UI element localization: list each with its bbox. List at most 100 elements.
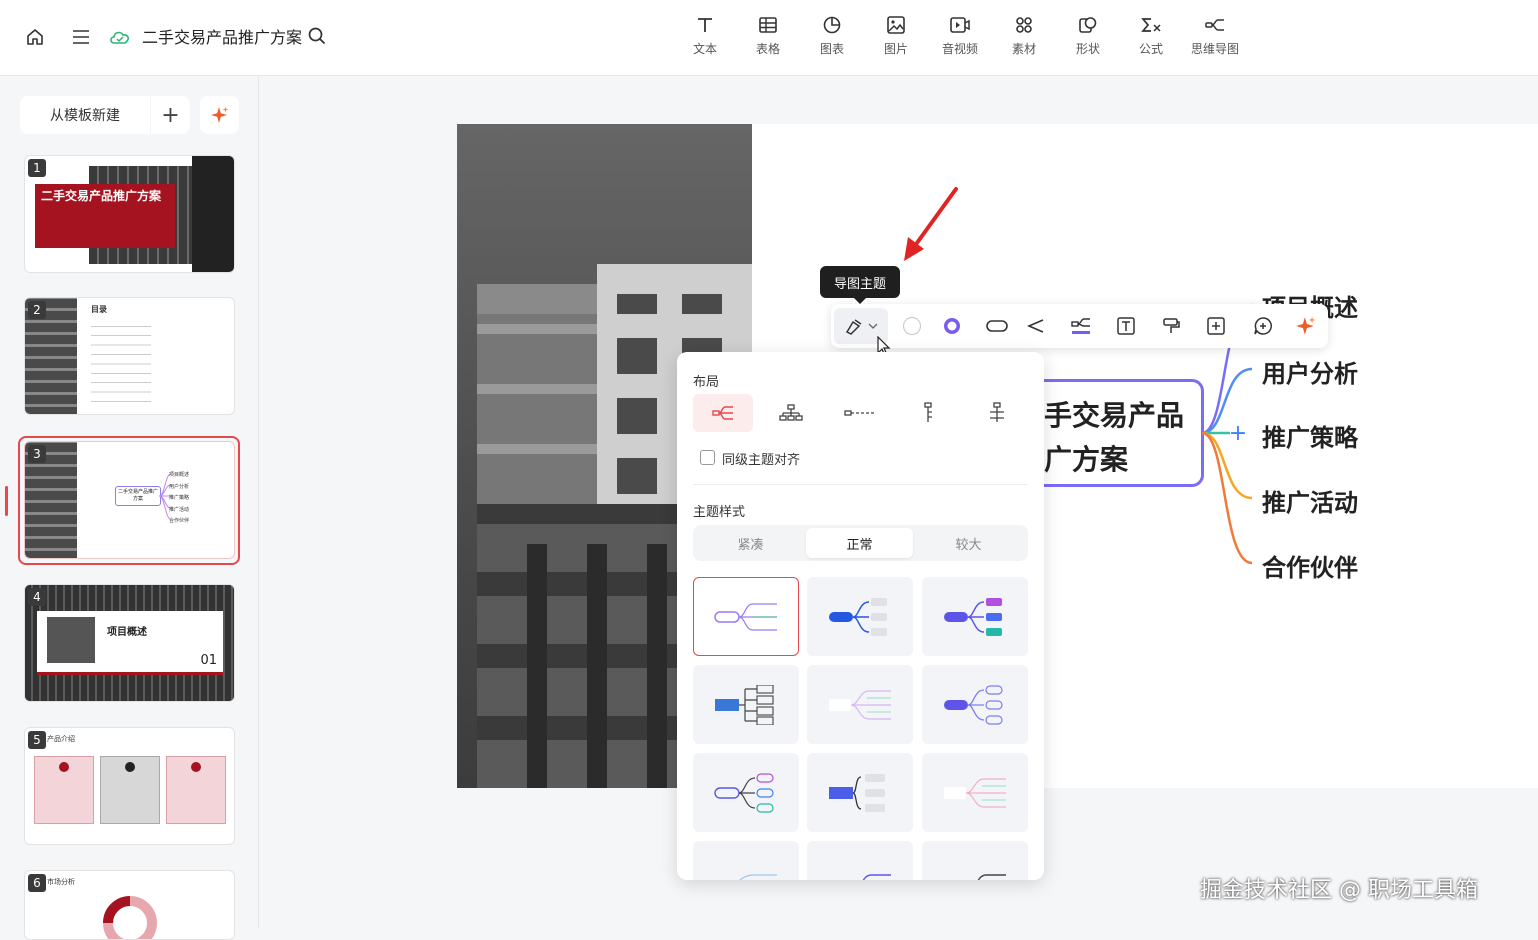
slide-number: 3 [28, 445, 46, 463]
slide-thumbnail-5[interactable]: 5 产品介绍 [24, 727, 235, 845]
layout-option-timeline[interactable] [830, 394, 890, 432]
card-3 [166, 756, 226, 824]
theme-style-title: 主题样式 [693, 505, 746, 520]
theme-card-10[interactable] [693, 841, 799, 880]
branch-line-icon [1026, 319, 1044, 333]
insert-formula-button[interactable]: 公式 [1121, 12, 1181, 57]
insert-table-button[interactable]: 表格 [738, 12, 798, 57]
home-icon[interactable] [22, 24, 48, 50]
insert-node-button[interactable] [1198, 304, 1234, 348]
insert-media-button[interactable]: 音视频 [930, 12, 990, 57]
tool-label: 文本 [692, 42, 717, 56]
format-painter-button[interactable] [1153, 304, 1189, 348]
title-block: 二手交易产品推广方案 [35, 184, 175, 248]
chevron-down-icon [868, 323, 878, 329]
mindmap-layout-icon [1071, 318, 1090, 334]
theme-preview-blue [829, 597, 887, 636]
slide-thumbnail-3[interactable]: 3 二手交易产品推广方案 项目概述 用户分析 推广策略 推广活动 合作伙伴 [24, 441, 235, 559]
node-shape-button[interactable] [979, 304, 1015, 348]
tooltip: 导图主题 [820, 266, 900, 304]
branch-topic-2[interactable]: 用户分析 [1262, 354, 1358, 389]
image-icon [866, 12, 926, 38]
slide-title: 产品介绍 [47, 735, 75, 743]
theme-card-5[interactable] [807, 665, 913, 744]
segment-large[interactable]: 较大 [915, 528, 1022, 558]
branch-topic-5[interactable]: 合作伙伴 [1262, 548, 1358, 583]
slide-thumbnail-6[interactable]: 6 市场分析 [24, 870, 235, 940]
slide-title: 市场分析 [47, 878, 75, 886]
mindmap-central-topic[interactable]: 手交易产品 广方案 [1044, 379, 1204, 487]
theme-card-9[interactable] [922, 753, 1028, 832]
mindmap-center: 二手交易产品推广方案 [115, 486, 161, 506]
insert-material-button[interactable]: 素材 [994, 12, 1054, 57]
layout-section-title: 布局 [693, 375, 720, 390]
layout-option-tree[interactable] [967, 394, 1027, 432]
slide-number: 1 [28, 159, 46, 177]
tool-label: 素材 [1011, 42, 1036, 56]
ai-sparkle-button[interactable] [200, 96, 239, 134]
density-segmented-control: 紧凑 正常 较大 [693, 525, 1028, 561]
menu-icon[interactable] [68, 24, 94, 50]
shape-icon [1058, 12, 1118, 38]
segment-compact[interactable]: 紧凑 [697, 528, 804, 558]
slide-title: 项目概述 [107, 627, 147, 638]
tool-label: 形状 [1075, 42, 1100, 56]
ai-assist-button[interactable] [1288, 304, 1324, 348]
slide-number: 4 [28, 588, 46, 606]
theme-card-11[interactable] [807, 841, 913, 880]
text-style-button[interactable] [1108, 304, 1144, 348]
insert-mindmap-button[interactable]: 思维导图 [1185, 12, 1245, 57]
theme-card-3[interactable] [922, 577, 1028, 656]
slide-number: 2 [28, 301, 46, 319]
new-from-template-button[interactable]: 从模板新建 [20, 96, 150, 134]
theme-card-4[interactable] [693, 665, 799, 744]
search-icon[interactable] [305, 24, 329, 48]
theme-card-8[interactable] [807, 753, 913, 832]
material-icon [994, 12, 1054, 38]
layout-timeline-icon [844, 410, 874, 416]
theme-card-1[interactable] [693, 577, 799, 656]
red-arrow-annotation [904, 187, 958, 261]
theme-preview-underline-purple [862, 873, 891, 880]
fill-color-button[interactable] [894, 304, 930, 348]
theme-card-7[interactable] [693, 753, 799, 832]
segment-normal[interactable]: 正常 [806, 528, 913, 558]
layout-org-icon [779, 404, 803, 421]
slide-thumbnail-2[interactable]: 2 目录 [24, 297, 235, 415]
divider [693, 484, 1028, 485]
toc-lines [91, 324, 151, 408]
insert-shape-button[interactable]: 形状 [1058, 12, 1118, 57]
add-slide-button[interactable]: + [151, 96, 190, 134]
table-icon [738, 12, 798, 38]
layout-option-right[interactable] [693, 394, 753, 432]
add-child-icon[interactable]: + [1228, 421, 1248, 446]
border-color-button[interactable] [934, 304, 970, 348]
insert-chart-button[interactable]: 图表 [802, 12, 862, 57]
theme-preview-multicolor [944, 597, 1002, 636]
theme-card-12[interactable] [922, 841, 1028, 880]
title-card: 项目概述 01 [37, 611, 223, 675]
insert-text-button[interactable]: 文本 [675, 12, 735, 57]
tower-photo [47, 617, 95, 663]
branch-topic-4[interactable]: 推广活动 [1262, 483, 1358, 518]
line-style-button[interactable] [1017, 304, 1053, 348]
theme-card-2[interactable] [807, 577, 913, 656]
align-siblings-checkbox[interactable] [700, 450, 715, 465]
empty-circle-icon [902, 316, 922, 336]
slide-thumbnail-1[interactable]: 1 二手交易产品推广方案 [24, 155, 235, 273]
layout-option-vertical[interactable] [898, 394, 958, 432]
document-title[interactable]: 二手交易产品推广方案 [142, 24, 302, 48]
layout-tree-icon [990, 402, 1004, 422]
text-icon [675, 12, 735, 38]
branch-topic-3[interactable]: 推广策略 [1262, 418, 1358, 453]
tool-label: 思维导图 [1190, 42, 1239, 56]
insert-image-button[interactable]: 图片 [866, 12, 926, 57]
slide-thumbnail-4[interactable]: 4 项目概述 01 [24, 584, 235, 702]
comment-button[interactable] [1245, 304, 1281, 348]
theme-card-6[interactable] [922, 665, 1028, 744]
layout-button[interactable] [1063, 304, 1099, 348]
theme-preview-underline-dark [977, 873, 1006, 880]
layout-option-org-down[interactable] [761, 394, 821, 432]
central-topic-line-1: 手交易产品 [1044, 399, 1185, 432]
selected-indicator [5, 486, 8, 516]
